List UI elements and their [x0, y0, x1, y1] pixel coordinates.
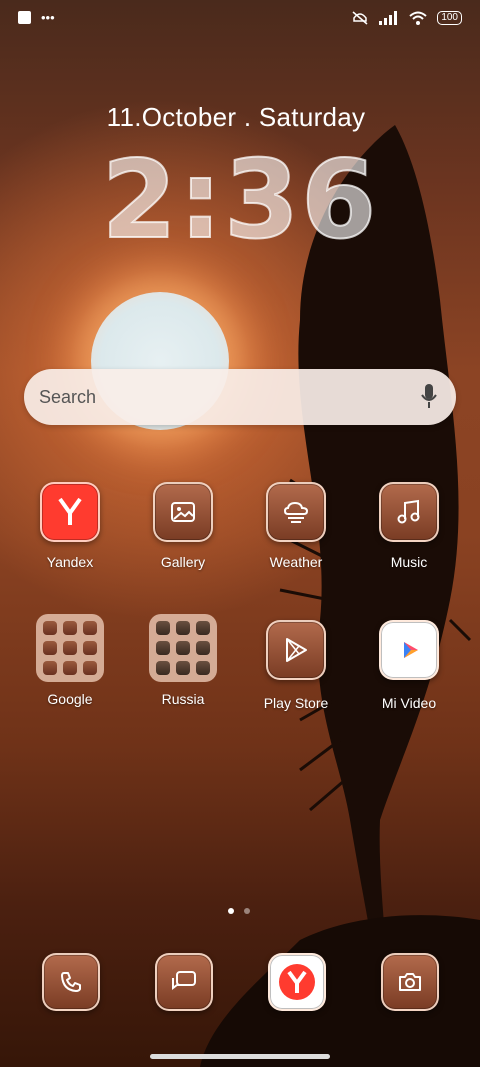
phone-icon	[42, 953, 100, 1011]
battery-icon: 100	[437, 11, 462, 25]
folder-icon	[149, 614, 217, 682]
app-gallery[interactable]: Gallery	[133, 482, 233, 570]
wifi-icon	[409, 11, 427, 25]
app-play-store[interactable]: Play Store	[246, 620, 346, 711]
folder-russia[interactable]: Russia	[133, 614, 233, 707]
music-icon	[379, 482, 439, 542]
status-bar: ••• 100	[18, 10, 462, 32]
yandex-browser-icon	[268, 953, 326, 1011]
page-dot	[244, 908, 250, 914]
app-weather[interactable]: Weather	[246, 482, 346, 570]
clock-time[interactable]: 2:36	[0, 137, 480, 264]
app-yandex[interactable]: Yandex	[20, 482, 120, 570]
page-dot-active	[228, 908, 234, 914]
dock-yandex-browser[interactable]	[247, 953, 347, 1011]
messages-icon	[155, 953, 213, 1011]
app-mi-video[interactable]: Mi Video	[359, 620, 459, 711]
muted-vibrate-icon	[352, 11, 368, 25]
search-placeholder: Search	[39, 386, 97, 407]
mi-video-icon	[379, 620, 439, 680]
weather-icon	[266, 482, 326, 542]
home-indicator[interactable]	[150, 1054, 330, 1059]
microphone-icon[interactable]	[420, 383, 438, 409]
dock-camera[interactable]	[360, 953, 460, 1011]
folder-google[interactable]: Google	[20, 614, 120, 707]
dock-phone[interactable]	[21, 953, 121, 1011]
app-music[interactable]: Music	[359, 482, 459, 570]
page-indicator	[228, 908, 250, 914]
gallery-icon	[153, 482, 213, 542]
camera-icon	[381, 953, 439, 1011]
folder-icon	[36, 614, 104, 682]
signal-icon	[379, 11, 398, 25]
more-notifications-icon: •••	[41, 10, 55, 25]
yandex-icon	[40, 482, 100, 542]
search-bar[interactable]: Search	[24, 369, 456, 425]
notification-icon	[18, 11, 31, 24]
lock-date: 11.October . Saturday	[106, 102, 366, 132]
dock-messages[interactable]	[134, 953, 234, 1011]
play-store-icon	[266, 620, 326, 680]
